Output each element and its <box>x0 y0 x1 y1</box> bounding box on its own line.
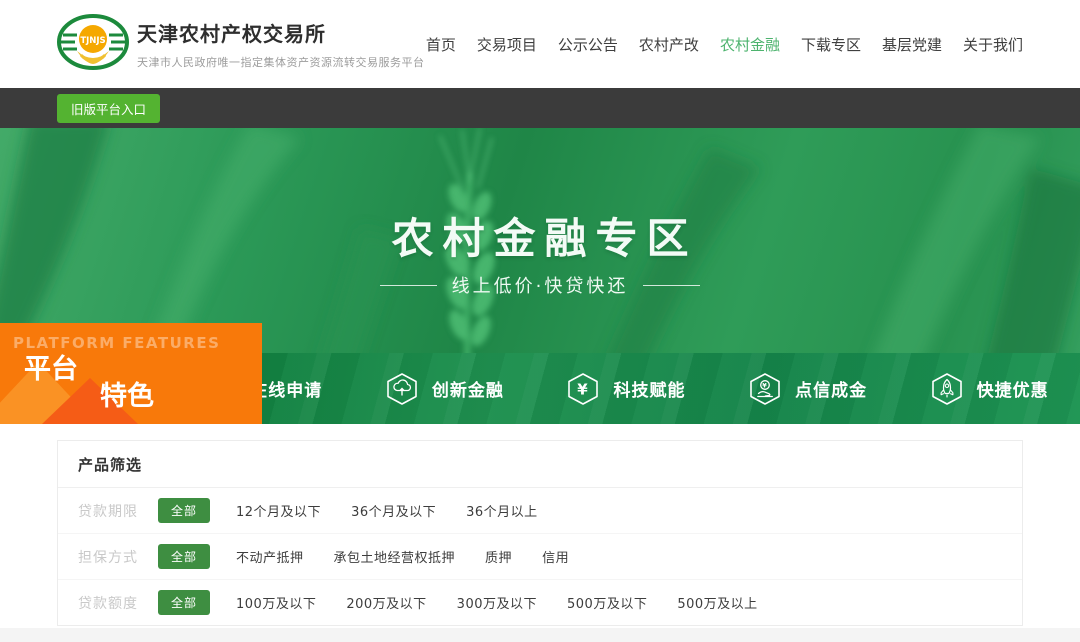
nav-item-announcements[interactable]: 公示公告 <box>558 34 618 55</box>
feature-item-label: 快捷优惠 <box>977 376 1049 401</box>
filter-label: 贷款期限 <box>78 501 150 521</box>
banner-title: 农村金融专区 <box>0 205 1080 266</box>
filter-card-title: 产品筛选 <box>58 441 1022 488</box>
logo-badge-text: TJNJS <box>80 36 105 46</box>
platform-features-block: PLATFORM FEATURES 平台 特色 <box>0 323 262 424</box>
cloud-upload-icon <box>385 372 419 406</box>
subtitle-left-rule <box>380 285 437 286</box>
filter-option[interactable]: 100万及以下 <box>236 593 316 612</box>
site-title: 天津农村产权交易所 <box>137 18 425 47</box>
feature-item-label: 点信成金 <box>795 376 867 401</box>
filter-option[interactable]: 承包土地经营权抵押 <box>334 547 456 566</box>
coin-hand-icon: ¥ <box>748 372 782 406</box>
banner-subtitle-row: 线上低价·快贷快还 <box>0 272 1080 298</box>
banner-subtitle: 线上低价·快贷快还 <box>452 272 629 298</box>
main-nav: 首页 交易项目 公示公告 农村产改 农村金融 下载专区 基层党建 关于我们 <box>426 34 1023 55</box>
platform-features-eyebrow: PLATFORM FEATURES <box>13 334 262 352</box>
subtitle-right-rule <box>643 285 700 286</box>
platform-features-title-line2: 特色 <box>100 381 262 413</box>
yuan-icon: ¥ <box>566 372 600 406</box>
svg-text:¥: ¥ <box>578 380 589 398</box>
nav-item-downloads[interactable]: 下载专区 <box>801 34 861 55</box>
filter-option[interactable]: 500万及以上 <box>677 593 757 612</box>
filter-option[interactable]: 200万及以下 <box>346 593 426 612</box>
nav-item-trade-projects[interactable]: 交易项目 <box>477 34 537 55</box>
nav-item-rural-reform[interactable]: 农村产改 <box>639 34 699 55</box>
header: TJNJS 天津农村产权交易所 天津市人民政府唯一指定集体资产资源流转交易服务平… <box>0 0 1080 88</box>
filter-all-button[interactable]: 全部 <box>158 590 210 615</box>
old-platform-entry-button[interactable]: 旧版平台入口 <box>57 94 160 123</box>
filter-option[interactable]: 信用 <box>542 547 569 566</box>
filter-label: 担保方式 <box>78 547 150 567</box>
feature-item-label: 科技赋能 <box>613 376 685 401</box>
footer-strip <box>0 628 1080 642</box>
filter-option[interactable]: 36个月及以下 <box>351 501 436 520</box>
nav-item-rural-finance[interactable]: 农村金融 <box>720 34 780 55</box>
nav-item-party-building[interactable]: 基层党建 <box>882 34 942 55</box>
feature-item-fast-discount[interactable]: 快捷优惠 <box>898 353 1080 424</box>
filter-option[interactable]: 12个月及以下 <box>236 501 321 520</box>
filter-option[interactable]: 300万及以下 <box>457 593 537 612</box>
nav-item-about-us[interactable]: 关于我们 <box>963 34 1023 55</box>
feature-item-innovative-finance[interactable]: 创新金融 <box>354 353 536 424</box>
filter-row-loan-amount: 贷款额度 全部 100万及以下 200万及以下 300万及以下 500万及以下 … <box>58 580 1022 625</box>
filter-row-guarantee-method: 担保方式 全部 不动产抵押 承包土地经营权抵押 质押 信用 <box>58 534 1022 580</box>
feature-item-tech-empowerment[interactable]: ¥ 科技赋能 <box>535 353 717 424</box>
feature-bar: 在线申请 创新金融 ¥ 科技赋能 ¥ <box>172 353 1080 424</box>
hero-banner: 农村金融专区 线上低价·快贷快还 PLATFORM FEATURES 平台 特色… <box>0 128 1080 424</box>
feature-item-label: 创新金融 <box>432 376 504 401</box>
filter-all-button[interactable]: 全部 <box>158 544 210 569</box>
filter-option[interactable]: 不动产抵押 <box>236 547 304 566</box>
filter-all-button[interactable]: 全部 <box>158 498 210 523</box>
filter-row-loan-term: 贷款期限 全部 12个月及以下 36个月及以下 36个月以上 <box>58 488 1022 534</box>
site-subtitle: 天津市人民政府唯一指定集体资产资源流转交易服务平台 <box>137 54 425 70</box>
product-filter-card: 产品筛选 贷款期限 全部 12个月及以下 36个月及以下 36个月以上 担保方式… <box>57 440 1023 626</box>
svg-text:¥: ¥ <box>762 381 768 389</box>
filter-option[interactable]: 质押 <box>485 547 512 566</box>
filter-label: 贷款额度 <box>78 593 150 613</box>
rocket-icon <box>930 372 964 406</box>
nav-item-home[interactable]: 首页 <box>426 34 456 55</box>
filter-option[interactable]: 500万及以下 <box>567 593 647 612</box>
site-logo-icon: TJNJS <box>57 13 129 75</box>
feature-item-credit-to-gold[interactable]: ¥ 点信成金 <box>717 353 899 424</box>
filter-option[interactable]: 36个月以上 <box>466 501 538 520</box>
dark-strip: 旧版平台入口 <box>0 88 1080 128</box>
